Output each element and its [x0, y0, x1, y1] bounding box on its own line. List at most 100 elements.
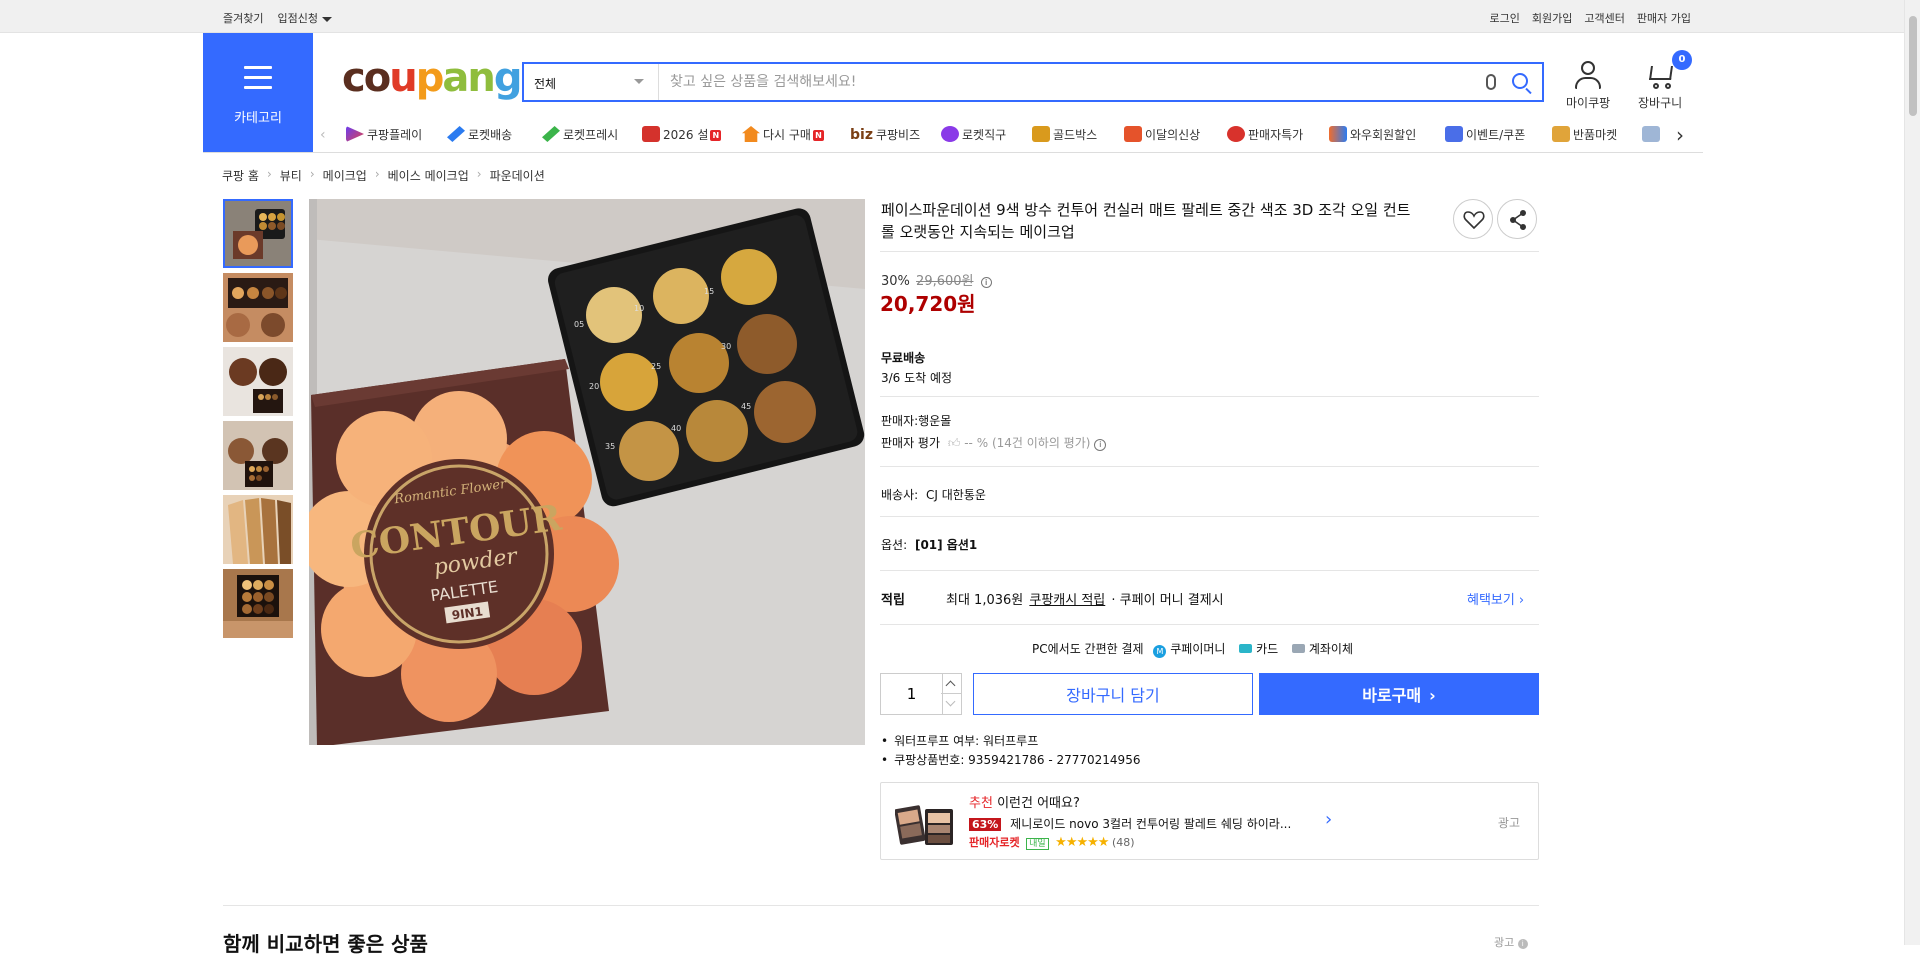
cashback-link[interactable]: 쿠팡캐시 적립	[1029, 593, 1105, 608]
product-title: 페이스파운데이션 9색 방수 컨투어 컨실러 매트 팔레트 중간 색조 3D 조…	[881, 201, 1411, 241]
attribute-text: 워터프루프 여부: 워터프루프	[894, 734, 1039, 748]
shade-number: 05	[574, 320, 584, 329]
divider	[880, 396, 1539, 397]
quantity-increase-icon[interactable]	[941, 674, 961, 694]
quantity-input[interactable]	[881, 674, 943, 714]
nav-label: 이벤트/쿠폰	[1466, 128, 1526, 142]
divider	[880, 251, 1539, 252]
nav-item-rebuy[interactable]: 다시 구매 N	[742, 126, 824, 143]
divider	[880, 570, 1539, 571]
info-icon[interactable]: i	[1094, 439, 1107, 451]
benefit-link-label: 혜택보기	[1467, 593, 1515, 608]
wishlist-button[interactable]	[1453, 199, 1493, 239]
option-value: [01] 옵션1	[914, 538, 978, 552]
nav-item-new-arrivals[interactable]: 이달의신상	[1124, 126, 1200, 143]
product-thumbnail[interactable]	[223, 421, 293, 490]
add-to-cart-button[interactable]: 장바구니 담기	[973, 673, 1253, 715]
breadcrumb-item[interactable]: 파운데이션	[490, 167, 545, 184]
breadcrumb-separator-icon: ›	[309, 167, 315, 181]
recommendation-card[interactable]: 추천 이런건 어때요? 63% 제니로이드 novo 3컬러 컨투어링 팔레트 …	[880, 782, 1539, 860]
original-price: 29,600원	[916, 274, 974, 289]
nav-item-more[interactable]	[1642, 126, 1663, 142]
category-menu-button[interactable]: 카테고리	[203, 33, 313, 152]
breadcrumb-item[interactable]: 뷰티	[280, 167, 302, 184]
divider	[880, 466, 1539, 467]
nav-item-rocket-global[interactable]: 로켓직구	[941, 126, 1006, 143]
mypage-button[interactable]: 마이쿠팡	[1566, 60, 1610, 111]
signup-link[interactable]: 회원가입	[1532, 10, 1572, 26]
nav-item-goldbox[interactable]: 골드박스	[1032, 126, 1097, 143]
new-arrival-icon	[1124, 126, 1142, 142]
breadcrumb-item[interactable]: 메이크업	[323, 167, 367, 184]
product-thumbnail[interactable]	[223, 569, 293, 638]
nav-prev-arrow-icon[interactable]: ‹	[320, 127, 326, 143]
user-icon	[1573, 60, 1603, 90]
discount-rate: 30%	[881, 274, 910, 289]
search-input[interactable]	[670, 72, 1470, 92]
coupon-icon	[1445, 126, 1463, 142]
shade-number: 20	[589, 382, 599, 391]
seller-rating-value: -- %	[964, 436, 989, 450]
page-scrollbar[interactable]	[1904, 0, 1920, 945]
seller-rating-label: 판매자 평가	[881, 436, 941, 450]
breadcrumb-item[interactable]: 베이스 메이크업	[388, 167, 469, 184]
seller-name[interactable]: 행운몰	[918, 414, 951, 428]
nav-label: 와우회원할인	[1350, 128, 1417, 142]
product-thumbnail[interactable]	[223, 273, 293, 342]
product-thumbnail[interactable]	[223, 495, 293, 564]
buy-now-button[interactable]: 바로구매 ›	[1259, 673, 1539, 715]
benefit-link[interactable]: 혜택보기 ›	[1467, 589, 1524, 608]
scrollbar-thumb[interactable]	[1909, 16, 1917, 116]
coupang-logo[interactable]: coupang	[342, 55, 522, 101]
search-bar: 전체	[522, 62, 1544, 102]
share-button[interactable]	[1497, 199, 1537, 239]
nav-item-2026-seol[interactable]: 2026 설N	[642, 126, 722, 143]
cart-icon	[1645, 60, 1675, 90]
shade-number: 45	[741, 402, 751, 411]
card-icon	[1239, 644, 1253, 653]
rocket-fresh-icon	[542, 126, 560, 142]
nav-item-wow-discount[interactable]: 와우회원할인	[1329, 126, 1416, 143]
search-category-select[interactable]: 전체	[524, 64, 659, 100]
carrier-label: 배송사:	[881, 488, 919, 502]
info-icon[interactable]: i	[1517, 939, 1528, 949]
recommendation-discount: 63%	[969, 818, 1002, 831]
cart-label: 장바구니	[1638, 96, 1683, 110]
recommendation-thumbnail	[895, 805, 953, 845]
divider	[880, 624, 1539, 625]
microphone-icon[interactable]	[1486, 74, 1496, 90]
nav-item-coupang-biz[interactable]: biz 쿠팡비즈	[850, 126, 920, 143]
product-thumbnail[interactable]	[223, 199, 293, 268]
recommendation-name: 제니로이드 novo 3컬러 컨투어링 팔레트 쉐딩 하이라...	[1010, 817, 1292, 831]
quantity-decrease-icon[interactable]	[941, 694, 961, 714]
nav-item-seller-deals[interactable]: 판매자특가	[1227, 126, 1303, 143]
nav-item-rocket-delivery[interactable]: 로켓배송	[447, 126, 512, 143]
nav-next-arrow-icon[interactable]: ›	[1676, 123, 1684, 147]
customer-center-link[interactable]: 고객센터	[1584, 10, 1624, 26]
percent-icon	[1227, 126, 1245, 142]
seller-signup-link[interactable]: 판매자 가입	[1637, 10, 1691, 26]
seller-apply-dropdown[interactable]: 입점신청	[277, 10, 332, 26]
nav-item-events-coupons[interactable]: 이벤트/쿠폰	[1445, 126, 1525, 143]
delivery-badge: 내일	[1026, 838, 1049, 850]
search-icon[interactable]	[1512, 73, 1528, 89]
product-thumbnail[interactable]	[223, 347, 293, 416]
chevron-right-icon[interactable]: ›	[1325, 809, 1332, 830]
seller-rocket-badge: 판매자로켓	[969, 836, 1020, 849]
nav-item-coupang-play[interactable]: 쿠팡플레이	[346, 126, 422, 143]
cashback-prefix: 최대 1,036원	[946, 593, 1024, 608]
nav-item-return-market[interactable]: 반품마켓	[1552, 126, 1617, 143]
nav-item-rocket-fresh[interactable]: 로켓프레시	[542, 126, 618, 143]
home-icon	[742, 126, 760, 142]
wow-icon	[1329, 126, 1347, 142]
bookmark-link[interactable]: 즐겨찾기	[223, 10, 263, 26]
cart-count-badge: 0	[1672, 50, 1692, 70]
nav-label: 판매자특가	[1248, 128, 1304, 142]
compare-section-title: 함께 비교하면 좋은 상품	[223, 932, 428, 956]
breadcrumb-item[interactable]: 쿠팡 홈	[222, 167, 259, 184]
quantity-stepper	[880, 673, 962, 715]
info-icon[interactable]: i	[980, 277, 992, 288]
option-row[interactable]: 옵션: [01] 옵션1	[881, 536, 977, 553]
shipping-title: 무료배송	[881, 351, 926, 365]
login-link[interactable]: 로그인	[1490, 10, 1520, 26]
